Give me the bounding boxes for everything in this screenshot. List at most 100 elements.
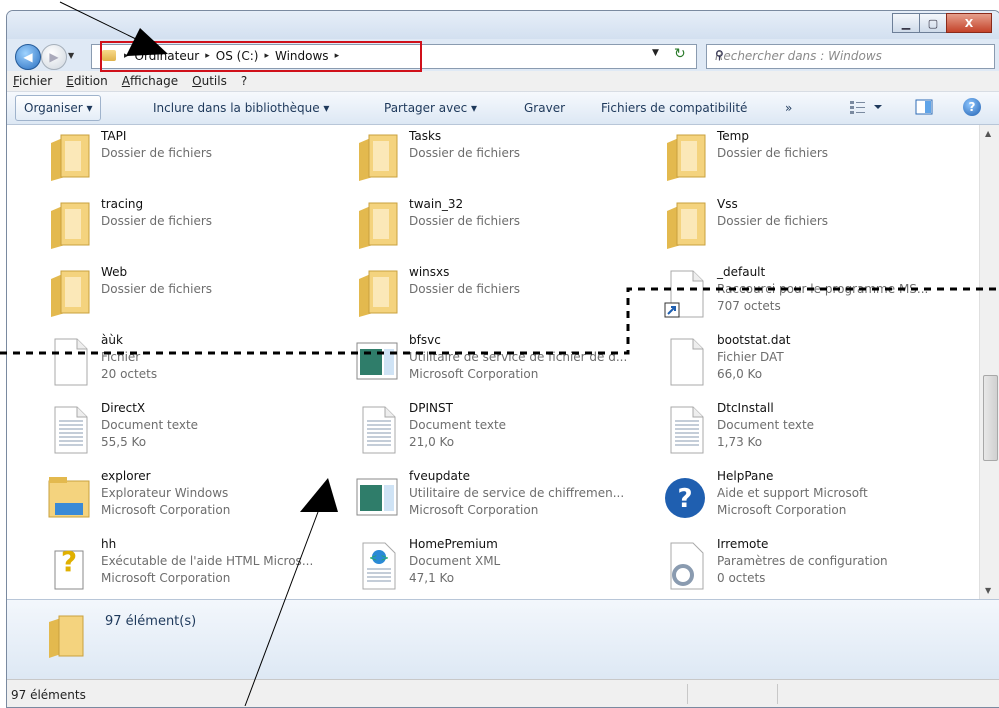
file-info: 707 octets (717, 299, 781, 313)
file-item[interactable]: winsxs Dossier de fichiers (347, 263, 647, 329)
view-options-icon[interactable] (849, 99, 867, 115)
menu-tools[interactable]: Outils (192, 74, 227, 88)
file-name: HelpPane (717, 469, 774, 483)
file-name: fveupdate (409, 469, 470, 483)
file-info: 20 octets (101, 367, 158, 381)
file-name: Vss (717, 197, 738, 211)
back-button[interactable]: ◀ (15, 44, 41, 70)
file-item[interactable]: bfsvc Utilitaire de service de fichier de… (347, 331, 647, 397)
svg-text:< >: < > (369, 553, 389, 564)
organize-button[interactable]: Organiser ▾ (15, 95, 102, 121)
file-item[interactable]: ? HelpPane Aide et support Microsoft Micros… (655, 467, 955, 533)
share-with-button[interactable]: Partager avec ▾ (384, 101, 477, 115)
refresh-button[interactable]: ↻ (674, 46, 686, 62)
view-dropdown-icon[interactable] (873, 99, 883, 115)
file-name: winsxs (409, 265, 450, 279)
menu-file[interactable]: Fichier (13, 74, 52, 88)
explorer-icon (47, 473, 91, 523)
file-item[interactable]: Temp Dossier de fichiers (655, 127, 955, 193)
file-name: àùk (101, 333, 123, 347)
file-item[interactable]: DtcInstall Document texte 1,73 Ko (655, 399, 955, 465)
search-input[interactable]: Rechercher dans : Windows ⚲ (706, 44, 995, 69)
file-info: Microsoft Corporation (101, 571, 231, 585)
file-name: DirectX (101, 401, 146, 415)
file-item[interactable]: Vss Dossier de fichiers (655, 195, 955, 261)
file-item[interactable]: fveupdate Utilitaire de service de chiffr… (347, 467, 647, 533)
file-item[interactable]: ? hh Exécutable de l'aide HTML Micros... Mi… (39, 535, 339, 599)
minimize-button[interactable]: ▁ (892, 13, 920, 33)
file-list[interactable]: TAPI Dossier de fichiers Tasks Dossier de f… (7, 125, 979, 599)
file-type: Paramètres de configuration (717, 554, 888, 568)
more-commands-button[interactable]: » (785, 101, 792, 115)
folder-icon (49, 615, 84, 658)
file-item[interactable]: DPINST Document texte 21,0 Ko (347, 399, 647, 465)
include-library-button[interactable]: Inclure dans la bibliothèque ▾ (153, 101, 329, 115)
svg-text:?: ? (61, 545, 77, 578)
title-bar[interactable]: ▁ ▢ X (7, 11, 999, 39)
file-name: HomePremium (409, 537, 498, 551)
file-type: Fichier DAT (717, 350, 784, 364)
item-count: 97 élément(s) (105, 614, 197, 629)
file-name: DPINST (409, 401, 453, 415)
file-item[interactable]: Web Dossier de fichiers (39, 263, 339, 329)
file-type: Dossier de fichiers (717, 214, 829, 228)
file-type: Aide et support Microsoft (717, 486, 868, 500)
vertical-scrollbar[interactable]: ▲ ▼ (979, 125, 999, 599)
file-item[interactable]: Irremote Paramètres de configuration 0 oct… (655, 535, 955, 599)
config-icon (663, 541, 707, 591)
preview-pane-icon[interactable] (915, 99, 933, 115)
address-dropdown-button[interactable]: ▼ (652, 48, 659, 58)
file-item[interactable]: twain_32 Dossier de fichiers (347, 195, 647, 261)
file-info: 21,0 Ko (409, 435, 455, 449)
shortcut-icon (663, 269, 707, 319)
scroll-down-icon[interactable]: ▼ (985, 586, 991, 595)
folder-icon (663, 133, 707, 183)
text-icon (663, 405, 707, 455)
help-icon[interactable]: ? (963, 98, 981, 116)
close-button[interactable]: X (946, 13, 992, 33)
menu-view[interactable]: Affichage (122, 74, 178, 88)
xml-icon: < > (355, 541, 399, 591)
file-info: 55,5 Ko (101, 435, 147, 449)
folder-icon (355, 201, 399, 251)
file-type: Document XML (409, 554, 501, 568)
file-item[interactable]: < > HomePremium Document XML 47,1 Ko (347, 535, 647, 599)
svg-text:?: ? (677, 484, 692, 514)
forward-button[interactable]: ▶ (41, 44, 67, 70)
file-info: Microsoft Corporation (101, 503, 231, 517)
file-type: Fichier (101, 350, 141, 364)
burn-button[interactable]: Graver (524, 101, 565, 115)
file-info: 47,1 Ko (409, 571, 455, 585)
file-item[interactable]: TAPI Dossier de fichiers (39, 127, 339, 193)
file-name: tracing (101, 197, 144, 211)
folder-icon (47, 201, 91, 251)
maximize-button[interactable]: ▢ (919, 13, 947, 33)
file-name: explorer (101, 469, 151, 483)
file-name: DtcInstall (717, 401, 774, 415)
file-info: 1,73 Ko (717, 435, 763, 449)
file-item[interactable]: bootstat.dat Fichier DAT 66,0 Ko (655, 331, 955, 397)
recent-pages-dropdown[interactable]: ▼ (68, 51, 74, 60)
file-item[interactable]: explorer Explorateur Windows Microsoft Cor… (39, 467, 339, 533)
file-type: Dossier de fichiers (409, 282, 521, 296)
file-info: Microsoft Corporation (409, 503, 539, 517)
compatibility-files-button[interactable]: Fichiers de compatibilité (601, 101, 747, 115)
file-type: Dossier de fichiers (101, 282, 213, 296)
menu-help[interactable]: ? (241, 74, 247, 88)
file-name: hh (101, 537, 117, 551)
address-highlight-box (100, 41, 422, 72)
file-item[interactable]: àùk Fichier 20 octets (39, 331, 339, 397)
file-item[interactable]: Tasks Dossier de fichiers (347, 127, 647, 193)
file-type: Dossier de fichiers (409, 214, 521, 228)
folder-icon (355, 269, 399, 319)
blank-icon (663, 337, 707, 387)
file-item[interactable]: _default Raccourci pour le programme MS..… (655, 263, 955, 329)
scroll-up-icon[interactable]: ▲ (985, 129, 991, 138)
file-item[interactable]: tracing Dossier de fichiers (39, 195, 339, 261)
menu-edit[interactable]: Edition (66, 74, 108, 88)
status-divider (687, 684, 688, 704)
file-item[interactable]: DirectX Document texte 55,5 Ko (39, 399, 339, 465)
search-icon[interactable]: ⚲ (715, 48, 988, 62)
scrollbar-thumb[interactable] (983, 375, 998, 461)
folder-icon (355, 133, 399, 183)
